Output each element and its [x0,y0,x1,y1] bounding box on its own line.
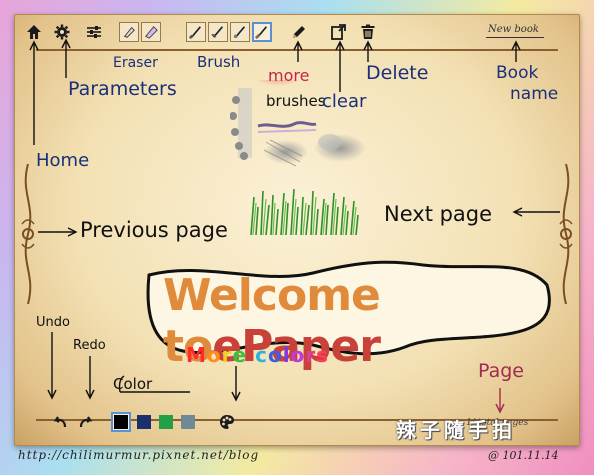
brush-4-button-selected[interactable] [252,22,272,42]
redo-icon[interactable] [76,412,96,432]
eraser-small-button[interactable] [119,22,139,42]
rainbow-letter: r [221,343,233,367]
date-stamp: @ 101.11.14 [488,449,559,462]
blog-url-watermark: http://chilimurmur.pixnet.net/blog [18,448,260,462]
book-name-underline [486,37,544,38]
rainbow-letter: s [316,343,330,367]
brush-icon [189,26,202,39]
author-signature: 辣子隨手拍 [396,418,516,442]
rainbow-letter: l [282,343,291,367]
brush-icon [233,26,246,39]
brush-icon [211,26,224,38]
eraser-icon [145,26,158,39]
color-swatch-slate[interactable] [181,415,195,429]
eraser-large-button[interactable] [141,22,161,42]
undo-icon[interactable] [50,412,70,432]
rainbow-letter [247,343,255,367]
rainbow-letter: o [267,343,283,367]
gear-icon[interactable] [52,22,72,42]
label-name: name [510,84,559,104]
top-divider [36,49,558,51]
book-name-field[interactable]: New book [488,24,539,35]
label-more: more [268,66,310,85]
label-clear: clear [322,91,367,112]
more-colors-text: More colors [186,343,329,367]
trash-icon[interactable] [358,22,378,42]
label-brushes: brushes [266,92,326,110]
brush-icon [255,26,268,39]
label-next-page: Next page [384,202,493,226]
label-page: Page [478,360,524,382]
rainbow-letter: e [232,343,248,367]
label-undo: Undo [36,315,70,330]
label-previous-page: Previous page [80,218,228,242]
rainbow-letter: r [305,343,317,367]
previous-page-ornament[interactable] [18,164,38,304]
clear-page-icon[interactable] [328,22,348,42]
home-icon[interactable] [24,22,44,42]
label-delete: Delete [366,62,429,84]
color-swatch-green[interactable] [159,415,173,429]
brush-1-button[interactable] [186,22,206,42]
pencil-icon[interactable] [289,22,309,42]
label-eraser: Eraser [113,55,158,71]
sliders-icon[interactable] [84,22,104,42]
label-book: Book [496,63,539,83]
grass-brush-sample [250,188,359,236]
brush-2-button[interactable] [208,22,228,42]
brush-3-button[interactable] [230,22,250,42]
label-home: Home [36,150,90,171]
rainbow-letter: o [206,343,222,367]
eraser-icon [123,26,135,38]
rainbow-letter: M [186,343,207,367]
label-brush: Brush [197,53,241,71]
label-color: Color [113,375,153,393]
palette-icon[interactable] [217,412,237,432]
rainbow-letter: o [290,343,306,367]
rainbow-letter: c [255,343,268,367]
color-swatch-black[interactable] [114,415,128,429]
color-swatch-navy[interactable] [137,415,151,429]
label-parameters: Parameters [68,78,177,100]
label-redo: Redo [73,338,106,353]
